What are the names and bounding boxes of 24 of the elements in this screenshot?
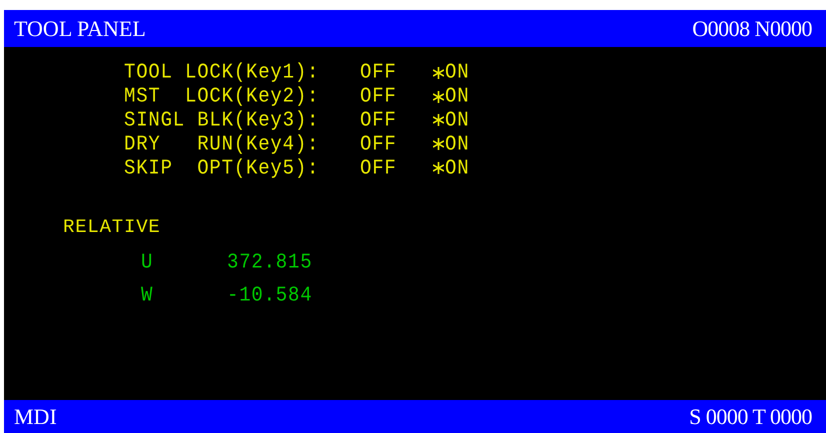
switch-label: MST LOCK(Key2): [124,86,320,108]
switch-option: ON [445,110,470,131]
switch-option: OFF [360,110,397,131]
switch-option: ON [445,134,470,155]
switch-option: OFF [360,134,397,155]
switch-option: ON [445,158,470,179]
axis-label: U [141,252,154,273]
switch-option: ON [445,62,470,84]
switch-label: SKIP OPT(Key5): [124,158,320,179]
switch-option: OFF [360,62,397,84]
screen-title: TOOL PANEL [14,16,146,42]
axis-label: W [141,285,154,306]
mode-label: MDI [14,404,57,430]
switch-label: SINGL BLK(Key3): [124,110,320,131]
switch-option: OFF [360,86,397,108]
switch-label: DRY RUN(Key4): [124,134,320,155]
switch-option: OFF [360,158,397,179]
section-title: RELATIVE [63,216,161,238]
axis-value: 372.815 [227,252,312,273]
axis-value: -10.584 [227,285,312,306]
switch-option: ON [445,86,470,108]
program-number: O0008 N0000 [692,16,812,42]
switch-label: TOOL LOCK(Key1): [124,62,320,84]
spindle-tool-status: S 0000 T 0000 [689,404,812,430]
